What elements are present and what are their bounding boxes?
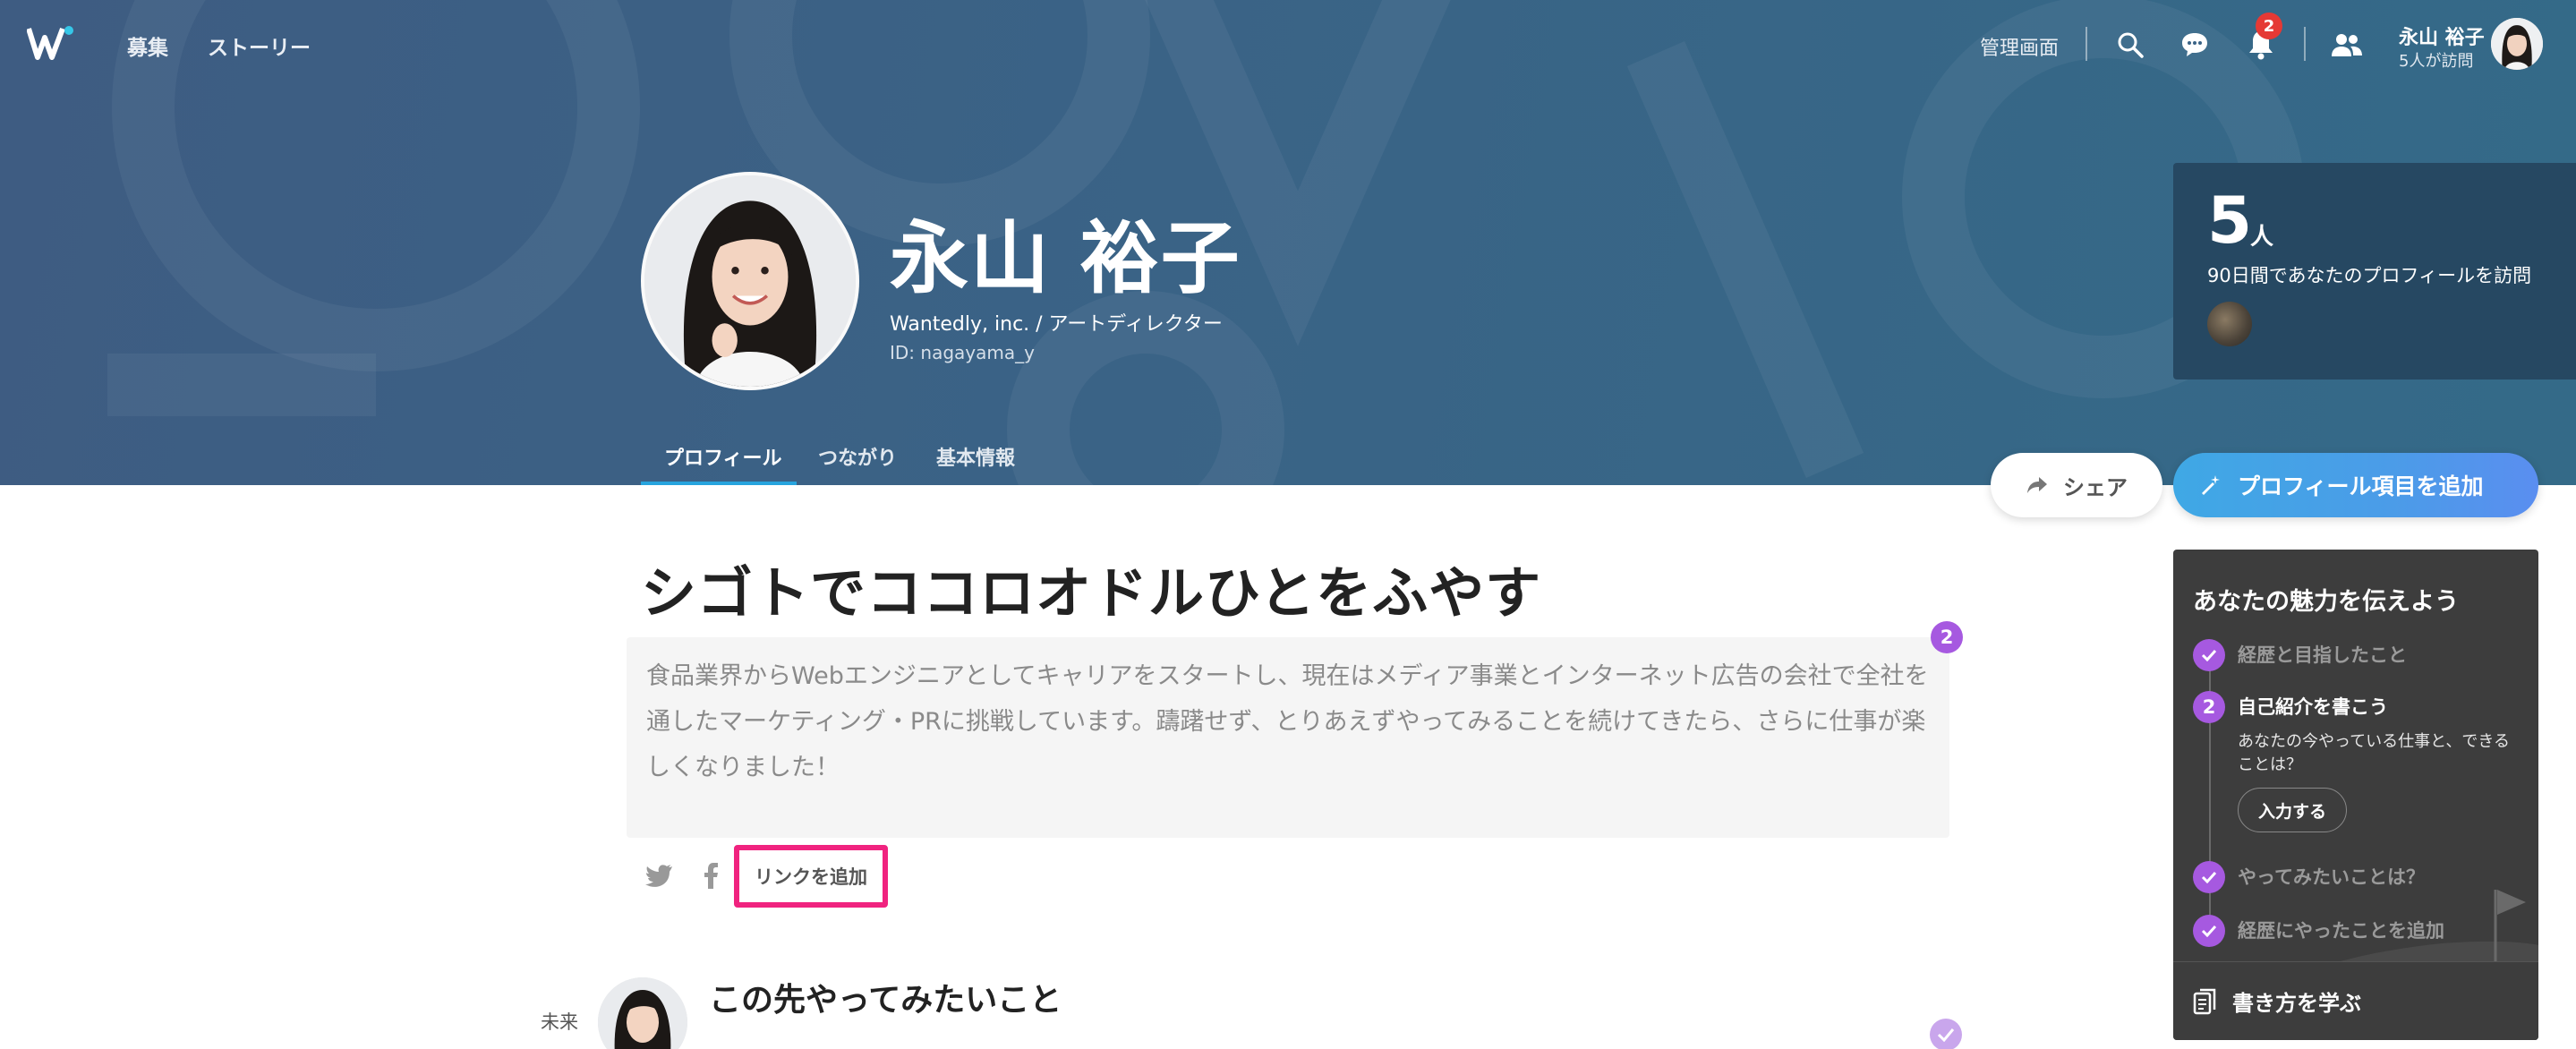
- tab-basic-info[interactable]: 基本情報: [936, 442, 1015, 471]
- guide-step-description: あなたの今やっている仕事と、できることは？: [2238, 732, 2511, 774]
- timeline-future-label: 未来: [541, 1011, 578, 1033]
- search-icon[interactable]: [2112, 27, 2148, 63]
- profile-company-role[interactable]: Wantedly, inc. / アートディレクター: [890, 308, 1223, 337]
- add-profile-item-button[interactable]: プロフィール項目を追加: [2173, 453, 2538, 517]
- check-icon: [1930, 1019, 1962, 1049]
- visitor-avatar[interactable]: [2207, 302, 2252, 346]
- profile-guide-panel: あなたの魅力を伝えよう 経歴と目指したこと 2 自己紹介を書こう あなたの今やっ…: [2173, 550, 2538, 1040]
- chat-icon[interactable]: [2177, 27, 2213, 63]
- learn-how-to-write-label: 書き方を学ぶ: [2232, 991, 2361, 1016]
- check-icon: [2193, 915, 2225, 947]
- learn-how-to-write-link[interactable]: 書き方を学ぶ: [2173, 961, 2538, 1040]
- profile-id: ID: nagayama_y: [890, 342, 1035, 363]
- future-section-title[interactable]: この先やってみたいこと: [709, 974, 1062, 1020]
- share-button[interactable]: シェア: [1991, 453, 2162, 517]
- visitor-description: 90日間であなたのプロフィールを訪問: [2207, 265, 2532, 286]
- self-introduction-box[interactable]: 食品業界からWebエンジニアとしてキャリアをスタートし、現在はメディア事業とイン…: [627, 637, 1949, 838]
- guide-step-experience[interactable]: 経歴にやったことを追加: [2193, 915, 2444, 947]
- intro-step-badge: 2: [1931, 621, 1963, 653]
- share-icon: [2027, 477, 2047, 493]
- guide-step-label: 経歴と目指したこと: [2238, 644, 2407, 666]
- guide-step-introduction[interactable]: 2 自己紹介を書こう: [2193, 691, 2388, 723]
- nav-link-stories[interactable]: ストーリー: [208, 30, 311, 61]
- profile-name: 永山 裕子: [890, 212, 1241, 304]
- guide-title: あなたの魅力を伝えよう: [2193, 588, 2459, 616]
- wantedly-logo-icon[interactable]: [27, 25, 75, 63]
- share-button-label: シェア: [2063, 474, 2128, 500]
- active-tab-indicator: [641, 482, 797, 485]
- guide-step-career[interactable]: 経歴と目指したこと: [2193, 639, 2407, 671]
- add-link-label: リンクを追加: [755, 866, 867, 888]
- current-user-avatar[interactable]: [2491, 18, 2543, 70]
- visitor-count-unit: 人: [2250, 224, 2274, 251]
- nav-link-jobs[interactable]: 募集: [127, 30, 168, 61]
- guide-step-label: 経歴にやったことを追加: [2238, 920, 2444, 942]
- guide-step-label: 自己紹介を書こう: [2238, 696, 2388, 718]
- guide-step-future[interactable]: やってみたいことは？: [2193, 861, 2425, 893]
- twitter-icon[interactable]: [643, 859, 675, 891]
- future-section-avatar: [598, 977, 687, 1049]
- facebook-icon[interactable]: [695, 859, 727, 891]
- document-copy-icon: [2193, 988, 2216, 1014]
- add-profile-item-label: プロフィール項目を追加: [2238, 473, 2484, 499]
- nav-divider: [2086, 27, 2087, 61]
- current-user-visits[interactable]: 5人が訪問: [2399, 48, 2473, 72]
- notification-badge: 2: [2256, 13, 2282, 39]
- admin-link[interactable]: 管理画面: [1980, 32, 2059, 61]
- guide-step-label: やってみたいことは？: [2238, 866, 2425, 888]
- tab-profile[interactable]: プロフィール: [664, 442, 782, 471]
- nav-divider: [2304, 27, 2306, 61]
- guide-step-number: 2: [2193, 691, 2225, 723]
- people-icon[interactable]: [2329, 27, 2365, 63]
- self-introduction-text: 食品業界からWebエンジニアとしてキャリアをスタートし、現在はメディア事業とイン…: [646, 662, 1929, 781]
- tab-connections[interactable]: つながり: [818, 442, 897, 471]
- visitor-count: 5: [2207, 183, 2253, 258]
- current-user-name[interactable]: 永山 裕子: [2399, 21, 2485, 50]
- add-link-button[interactable]: リンクを追加: [734, 845, 888, 908]
- profile-visitors-card[interactable]: 5 人 90日間であなたのプロフィールを訪問: [2173, 163, 2576, 380]
- check-icon: [2193, 639, 2225, 671]
- profile-headline[interactable]: シゴトでココロオドルひとをふやす: [641, 548, 1541, 628]
- edit-sparkle-icon: [2202, 475, 2220, 495]
- profile-photo[interactable]: [641, 172, 859, 390]
- check-icon: [2193, 861, 2225, 893]
- guide-input-button[interactable]: 入力する: [2238, 788, 2347, 832]
